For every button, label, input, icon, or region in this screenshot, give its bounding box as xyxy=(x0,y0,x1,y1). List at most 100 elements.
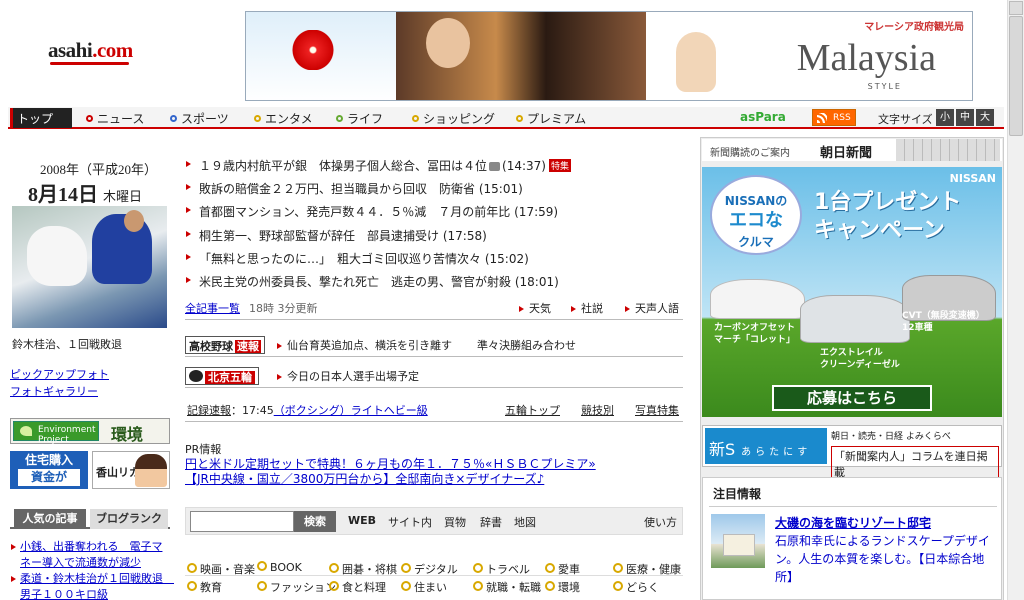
headline-item[interactable]: 米民主党の州委員長、撃たれ死亡 逃走の男、警官が射殺 (18:01) xyxy=(185,273,685,296)
asahi-logo[interactable]: asahi.com xyxy=(48,38,133,65)
category-link[interactable]: 食と料理 xyxy=(329,579,386,595)
headline-item[interactable]: 敗訴の賠償金２２万円、担当職員から回収 防衛省 (15:01) xyxy=(185,180,685,203)
editorial-link[interactable]: 社説 xyxy=(571,300,603,316)
nissan-apply-button[interactable]: 応募はこちら xyxy=(772,385,932,411)
search-site-option[interactable]: サイト内 xyxy=(388,514,432,530)
headline-title[interactable]: １９歳内村航平が銀 体操男子個人総合、冨田は４位 xyxy=(199,159,487,173)
category-link[interactable]: 住まい xyxy=(401,579,447,595)
olympics-top-link[interactable]: 五輪トップ xyxy=(505,402,560,418)
headline-title[interactable]: 米民主党の州委員長、撃たれ死亡 逃走の男、警官が射殺 xyxy=(199,275,511,289)
resort-house-image[interactable] xyxy=(711,514,765,568)
newspaper-image xyxy=(896,139,1000,161)
search-input[interactable] xyxy=(190,511,294,532)
category-link[interactable]: 就職・転職 xyxy=(473,579,541,595)
pickup-photo-link[interactable]: ピックアップフォト xyxy=(10,366,109,382)
scroll-thumb[interactable] xyxy=(1009,16,1023,136)
photo-feature-link[interactable]: 写真特集 xyxy=(635,402,679,418)
jutaku-banner[interactable]: 住宅購入 資金が xyxy=(10,451,88,489)
headline-title[interactable]: 「無料と思ったのに…」 粗大ゴミ回収巡り苦情次々 xyxy=(199,252,481,266)
koshien-score-link[interactable]: 仙台育英追加点、横浜を引き離す xyxy=(277,337,452,353)
nav-news-label: ニュース xyxy=(97,112,145,126)
nav-news[interactable]: ニュース xyxy=(86,110,144,127)
special-badge[interactable]: 特集 xyxy=(548,159,571,172)
nav-entame[interactable]: エンタメ xyxy=(254,110,313,127)
rika-portrait xyxy=(135,454,167,487)
beijing-schedule-link[interactable]: 今日の日本人選手出場予定 xyxy=(277,368,419,384)
category-link[interactable]: 教育 xyxy=(187,579,222,595)
font-size-small-button[interactable]: 小 xyxy=(936,109,954,126)
featured-description-link[interactable]: 石原和幸氏によるランドスケープデザイン。人生の本質を楽しむ。【日本綜合地所】 xyxy=(775,532,997,586)
koshien-bracket-link[interactable]: 準々決勝組み合わせ xyxy=(477,337,576,353)
tab-popular-articles[interactable]: 人気の記事 xyxy=(14,509,86,529)
category-link[interactable]: どらく xyxy=(613,579,659,595)
search-help-link[interactable]: 使い方 xyxy=(644,514,677,530)
font-size-medium-button[interactable]: 中 xyxy=(956,109,974,126)
search-map-option[interactable]: 地図 xyxy=(514,514,536,530)
category-link[interactable]: 環境 xyxy=(545,579,580,595)
nav-sports-label: スポーツ xyxy=(181,112,229,126)
date-weekday: 木曜日 xyxy=(103,189,143,204)
search-shopping-option[interactable]: 買物 xyxy=(444,514,466,530)
nissan-brand: NISSAN xyxy=(949,172,996,185)
tab-blog-ranking[interactable]: ブログランク xyxy=(90,509,168,529)
results-label[interactable]: 記録速報 xyxy=(187,404,231,417)
ranking-item[interactable]: 小銭、出番奪われる 電子マネー導入で流通数が減少 xyxy=(10,539,172,571)
category-link[interactable]: デジタル xyxy=(401,561,458,577)
scroll-up-arrow-icon[interactable] xyxy=(1009,1,1023,15)
tenseijingo-link[interactable]: 天声人語 xyxy=(625,300,679,316)
judo-photo[interactable] xyxy=(12,206,167,328)
nav-sports[interactable]: スポーツ xyxy=(170,110,229,127)
category-link[interactable]: トラベル xyxy=(473,561,530,577)
ranking-item[interactable]: 柔道・鈴木桂治が１回戦敗退 男子１００キロ級 xyxy=(10,571,174,600)
category-link[interactable]: 医療・健康 xyxy=(613,561,681,577)
aspara-link[interactable]: asPara xyxy=(740,110,786,124)
kayama-rika-banner[interactable]: 香山リカ xyxy=(92,451,170,489)
search-dict-option[interactable]: 辞書 xyxy=(480,514,502,530)
headline-title[interactable]: 桐生第一、野球部監督が辞任 部員逮捕受け xyxy=(199,229,439,243)
date-month-day: 8月14日 xyxy=(28,184,98,206)
rss-label: RSS xyxy=(833,113,851,123)
category-link[interactable]: 囲碁・将棋 xyxy=(329,561,397,577)
nav-premium[interactable]: プレミアム xyxy=(516,110,586,127)
all-articles-link[interactable]: 全記事一覧 xyxy=(185,300,240,316)
font-size-large-button[interactable]: 大 xyxy=(976,109,994,126)
koshien-bar: 高校野球 速報 仙台育英追加点、横浜を引き離す 準々決勝組み合わせ xyxy=(185,335,683,357)
search-button[interactable]: 検索 xyxy=(294,511,336,532)
beijing-badge[interactable]: 北京五輪 xyxy=(185,367,259,385)
photo-gallery-link[interactable]: フォトギャラリー xyxy=(10,383,98,399)
rss-button[interactable]: RSS xyxy=(812,109,856,126)
aratanisu-logo: 新S あらたにす xyxy=(705,428,827,464)
vertical-scrollbar[interactable] xyxy=(1007,0,1024,600)
weather-link[interactable]: 天気 xyxy=(519,300,551,316)
nav-life[interactable]: ライフ xyxy=(336,110,383,127)
headline-item[interactable]: 桐生第一、野球部監督が辞任 部員逮捕受け (17:58) xyxy=(185,227,685,250)
headline-title[interactable]: 敗訴の賠償金２２万円、担当職員から回収 防衛省 xyxy=(199,182,475,196)
headline-item[interactable]: 「無料と思ったのに…」 粗大ゴミ回収巡り苦情次々 (15:02) xyxy=(185,250,685,273)
malaysia-banner-ad[interactable]: マレーシア政府観光局 Malaysia STYLE xyxy=(245,11,973,101)
car-label-line: カーボンオフセット xyxy=(714,323,796,333)
nissan-eco-line3: クルマ xyxy=(738,235,774,249)
koshien-badge[interactable]: 高校野球 速報 xyxy=(185,336,265,354)
pr-link-kunitachi[interactable]: 【JR中央線・国立／3800万円台から】全邸南向き×デザイナーズ♪ xyxy=(185,472,685,487)
by-sport-link[interactable]: 競技別 xyxy=(581,402,614,418)
category-link[interactable]: 映画・音楽 xyxy=(187,561,255,577)
nav-shopping[interactable]: ショッピング xyxy=(412,110,495,127)
photo-caption[interactable]: 鈴木桂治、１回戦敗退 xyxy=(12,336,122,352)
featured-title-link[interactable]: 大磯の海を臨むリゾート邸宅 xyxy=(775,514,931,531)
nissan-ad[interactable]: NISSANの エコな クルマ NISSAN 1台プレゼント キャンペーン カーボンオ… xyxy=(702,167,1002,417)
aratanisu-banner[interactable]: 新S あらたにす 朝日・読売・日経 よみくらべ 「新聞案内人」コラムを連日掲載 xyxy=(702,425,1002,482)
headline-item[interactable]: 首都圏マンション、発売戸数４４．５％減 ７月の前年比 (17:59) xyxy=(185,203,685,226)
search-web-option[interactable]: WEB xyxy=(348,514,376,527)
nav-life-label: ライフ xyxy=(347,112,384,126)
nav-top[interactable]: トップ xyxy=(10,108,72,128)
kankyo-banner[interactable]: Environment Project 環境 xyxy=(10,418,170,445)
category-link[interactable]: ファッション xyxy=(257,579,336,595)
results-event-link[interactable]: （ボクシング）ライトヘビー級 xyxy=(274,404,428,417)
headline-item[interactable]: １９歳内村航平が銀 体操男子個人総合、冨田は４位 (14:37) 特集 xyxy=(185,157,685,180)
pr-link-hsbc[interactable]: 円と米ドル定期セットで特典！６ヶ月もの年１．７５％«ＨＳＢＣプレミア» xyxy=(185,457,685,472)
subscription-banner[interactable]: 新聞購読のご案内 朝日新聞 xyxy=(702,139,1002,161)
category-link[interactable]: 愛車 xyxy=(545,561,580,577)
headline-title[interactable]: 首都圏マンション、発売戸数４４．５％減 ７月の前年比 xyxy=(199,205,510,219)
headline-time: (15:01) xyxy=(478,182,523,197)
category-link[interactable]: BOOK xyxy=(257,561,302,574)
